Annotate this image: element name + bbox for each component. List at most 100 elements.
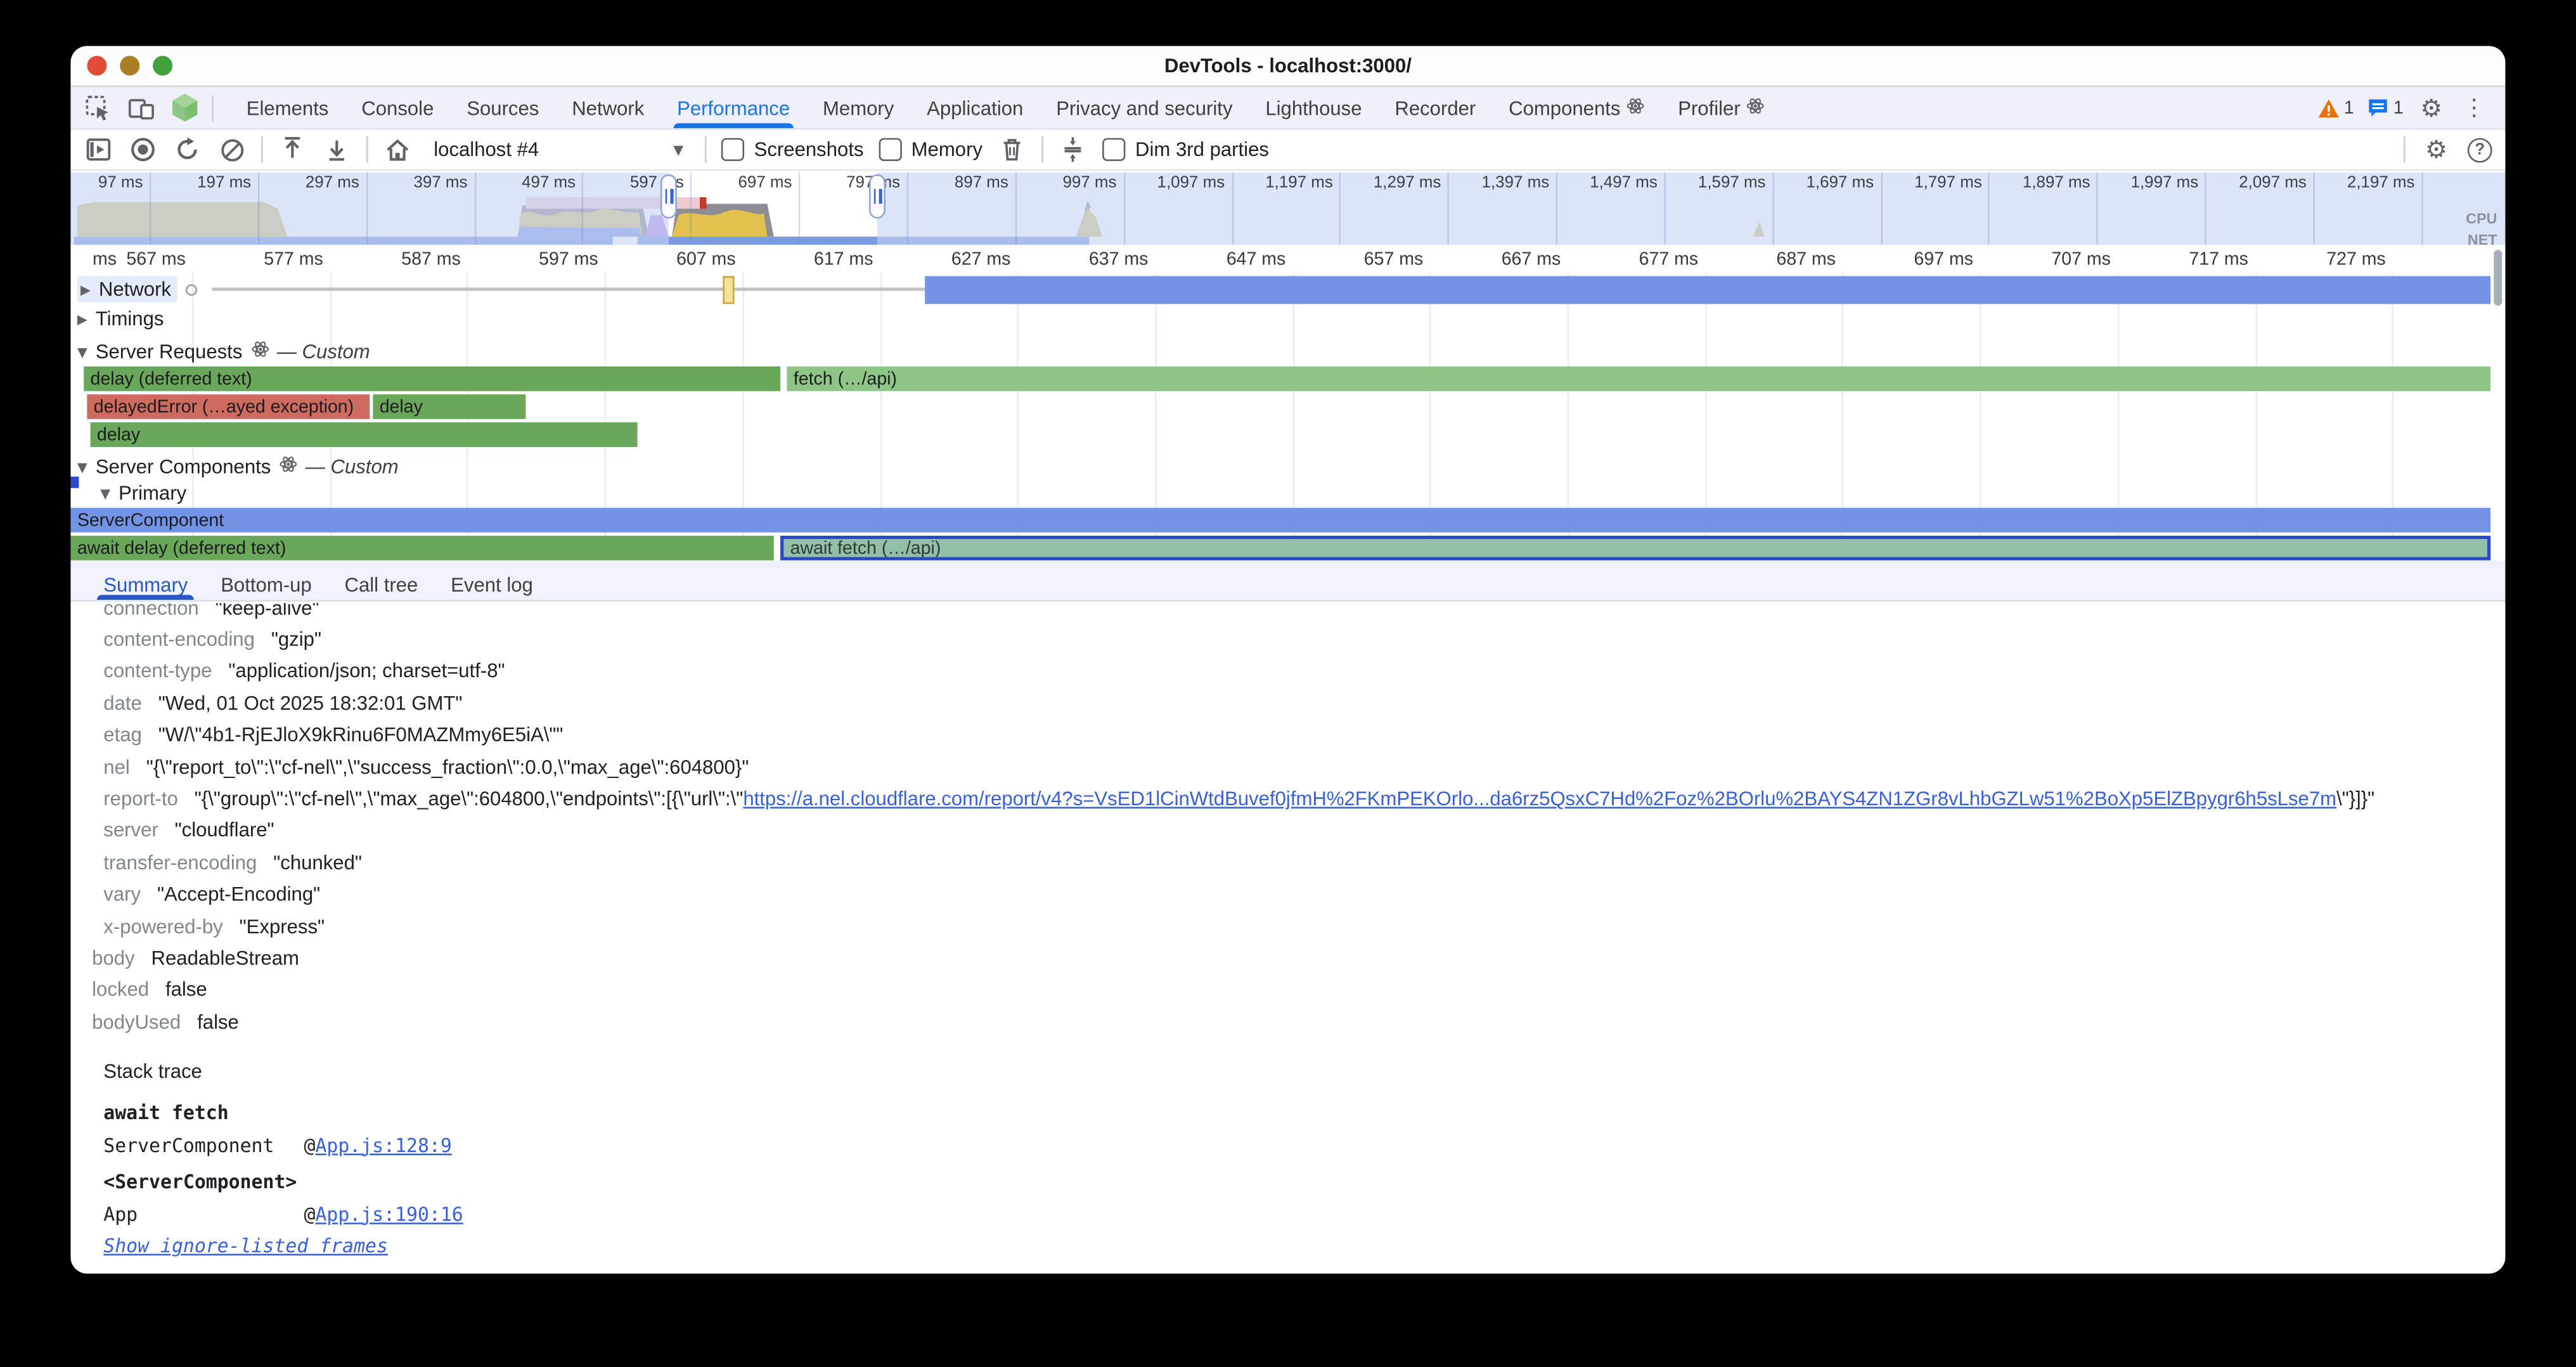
tab-privacy-and-security[interactable]: Privacy and security xyxy=(1040,87,1249,128)
tab-recorder[interactable]: Recorder xyxy=(1378,87,1492,128)
selection-handle-left[interactable] xyxy=(660,174,677,219)
collapse-sections-icon[interactable] xyxy=(1058,135,1088,165)
track-custom-suffix: — Custom xyxy=(277,340,370,363)
react-atom-icon xyxy=(279,455,297,478)
bar-label: delayedError (…ayed exception) xyxy=(94,397,354,417)
header-value: "cloudflare" xyxy=(175,819,274,842)
selection-handle-right[interactable] xyxy=(869,174,886,219)
inspect-icon[interactable] xyxy=(84,93,113,122)
issues-badge[interactable]: 1 xyxy=(2367,98,2403,117)
bar-delay[interactable]: delay xyxy=(91,422,638,447)
reload-record-icon[interactable] xyxy=(172,135,202,165)
close-window-button[interactable] xyxy=(87,56,106,75)
device-toolbar-icon[interactable] xyxy=(127,93,157,122)
header-value: "gzip" xyxy=(271,628,321,651)
bar-await-delay-deferred-text[interactable]: await delay (deferred text) xyxy=(70,536,773,560)
report-url-link[interactable]: https://a.nel.cloudflare.com/report/v4?s… xyxy=(743,787,2336,810)
stack-frame-source-link[interactable]: App.js:190:16 xyxy=(315,1202,463,1225)
header-row: server"cloudflare" xyxy=(70,815,2505,846)
header-value: "Wed, 01 Oct 2025 18:32:01 GMT" xyxy=(158,692,463,715)
bar-fetch-api[interactable]: fetch (…/api) xyxy=(787,366,2490,391)
track-header-primary[interactable]: ▼ Primary xyxy=(100,481,186,504)
header-key: x-powered-by xyxy=(103,915,222,938)
node-icon[interactable] xyxy=(169,93,199,122)
message-count: 1 xyxy=(2393,98,2404,117)
ruler-tick-label: 617 ms xyxy=(758,250,873,269)
help-icon[interactable]: ? xyxy=(2468,137,2492,162)
bar-servercomponent[interactable]: ServerComponent xyxy=(70,508,2490,533)
details-tab-event-log[interactable]: Event log xyxy=(434,569,550,600)
header-row: bodyReadableStream xyxy=(70,942,2505,974)
minimize-window-button[interactable] xyxy=(120,56,139,75)
network-request-line xyxy=(212,288,925,291)
tab-network[interactable]: Network xyxy=(555,87,660,128)
header-key: connection xyxy=(103,603,198,619)
message-icon xyxy=(2367,98,2388,117)
window-titlebar: DevTools - localhost:3000/ xyxy=(70,46,2505,87)
header-key: report-to xyxy=(103,787,178,810)
stack-frame-source-link[interactable]: App.js:128:9 xyxy=(315,1134,451,1156)
track-selection-chip xyxy=(70,477,79,488)
flame-chart[interactable]: ▶Network ▶Timings ▼ Server Requests — Cu… xyxy=(70,273,2505,569)
memory-checkbox[interactable]: Memory xyxy=(879,138,982,161)
tab-label: Elements xyxy=(247,96,329,119)
bar-await-fetch-api[interactable]: await fetch (…/api) xyxy=(780,536,2490,560)
tab-lighthouse[interactable]: Lighthouse xyxy=(1249,87,1378,128)
header-value: "application/json; charset=utf-8" xyxy=(228,660,505,683)
ruler-tick-label: 667 ms xyxy=(1446,250,1561,269)
tab-components[interactable]: Components xyxy=(1492,87,1661,128)
save-profile-icon[interactable] xyxy=(322,135,352,165)
bar-delay-deferred-text[interactable]: delay (deferred text) xyxy=(84,366,780,391)
cpu-strip-label: CPU xyxy=(2466,211,2497,227)
details-tab-call-tree[interactable]: Call tree xyxy=(328,569,435,600)
header-row: content-type"application/json; charset=u… xyxy=(70,656,2505,687)
track-header-server-requests[interactable]: ▼ Server Requests — Custom xyxy=(77,340,370,363)
zoom-window-button[interactable] xyxy=(153,56,172,75)
bar-label: delay xyxy=(380,397,423,417)
clear-icon[interactable] xyxy=(217,135,247,165)
dim-3rd-parties-checkbox[interactable]: Dim 3rd parties xyxy=(1102,138,1269,161)
live-metrics-icon[interactable] xyxy=(84,135,113,165)
tab-profiler[interactable]: Profiler xyxy=(1661,87,1781,128)
overview-tick-label: 1,197 ms xyxy=(1228,174,1333,193)
tab-console[interactable]: Console xyxy=(345,87,450,128)
network-request-marker[interactable] xyxy=(723,276,734,304)
collect-garbage-icon[interactable] xyxy=(997,135,1027,165)
header-key: locked xyxy=(92,978,149,1001)
tab-performance[interactable]: Performance xyxy=(660,87,806,128)
track-header-server-components[interactable]: ▼ Server Components — Custom xyxy=(77,455,399,478)
network-request-bar[interactable] xyxy=(925,276,2490,304)
overview-tick-label: 1,397 ms xyxy=(1444,174,1549,193)
show-ignore-listed-frames-link[interactable]: Show ignore-listed frames xyxy=(103,1234,388,1257)
tab-sources[interactable]: Sources xyxy=(450,87,555,128)
overview-tick-label: 97 ms xyxy=(70,174,143,193)
details-tab-summary[interactable]: Summary xyxy=(87,569,204,600)
details-tab-bottom-up[interactable]: Bottom-up xyxy=(204,569,328,600)
bar-delay[interactable]: delay xyxy=(373,394,525,419)
load-profile-icon[interactable] xyxy=(278,135,307,165)
disclosure-expanded-icon: ▼ xyxy=(77,459,87,474)
target-select[interactable]: localhost #4 ▼ xyxy=(427,138,690,161)
header-key: nel xyxy=(103,755,130,778)
kebab-menu-icon[interactable]: ⋮ xyxy=(2459,93,2489,122)
ruler-tick-label: 637 ms xyxy=(1033,250,1148,269)
track-header-timings[interactable]: ▶Timings xyxy=(77,308,164,330)
warnings-badge[interactable]: 1 xyxy=(2317,98,2354,117)
timeline-overview[interactable]: 97 ms197 ms297 ms397 ms497 ms597 ms697 m… xyxy=(70,172,2505,247)
header-value: "chunked" xyxy=(273,851,362,874)
tab-memory[interactable]: Memory xyxy=(806,87,910,128)
header-key: content-encoding xyxy=(103,628,255,651)
stack-frame-function: ServerComponent xyxy=(103,1134,304,1156)
home-icon[interactable] xyxy=(383,135,413,165)
capture-settings-gear-icon[interactable]: ⚙ xyxy=(2421,135,2451,165)
screenshots-checkbox[interactable]: Screenshots xyxy=(721,138,864,161)
bar-delayederror-ayed-exception[interactable]: delayedError (…ayed exception) xyxy=(87,394,370,419)
vertical-scrollbar[interactable] xyxy=(2494,250,2502,306)
disclosure-collapsed-icon: ▶ xyxy=(80,282,91,296)
header-key: vary xyxy=(103,883,141,905)
settings-gear-icon[interactable]: ⚙ xyxy=(2417,93,2447,122)
tab-elements[interactable]: Elements xyxy=(230,87,345,128)
record-icon[interactable] xyxy=(128,135,158,165)
track-header-network[interactable]: ▶Network xyxy=(77,276,198,302)
tab-application[interactable]: Application xyxy=(910,87,1040,128)
